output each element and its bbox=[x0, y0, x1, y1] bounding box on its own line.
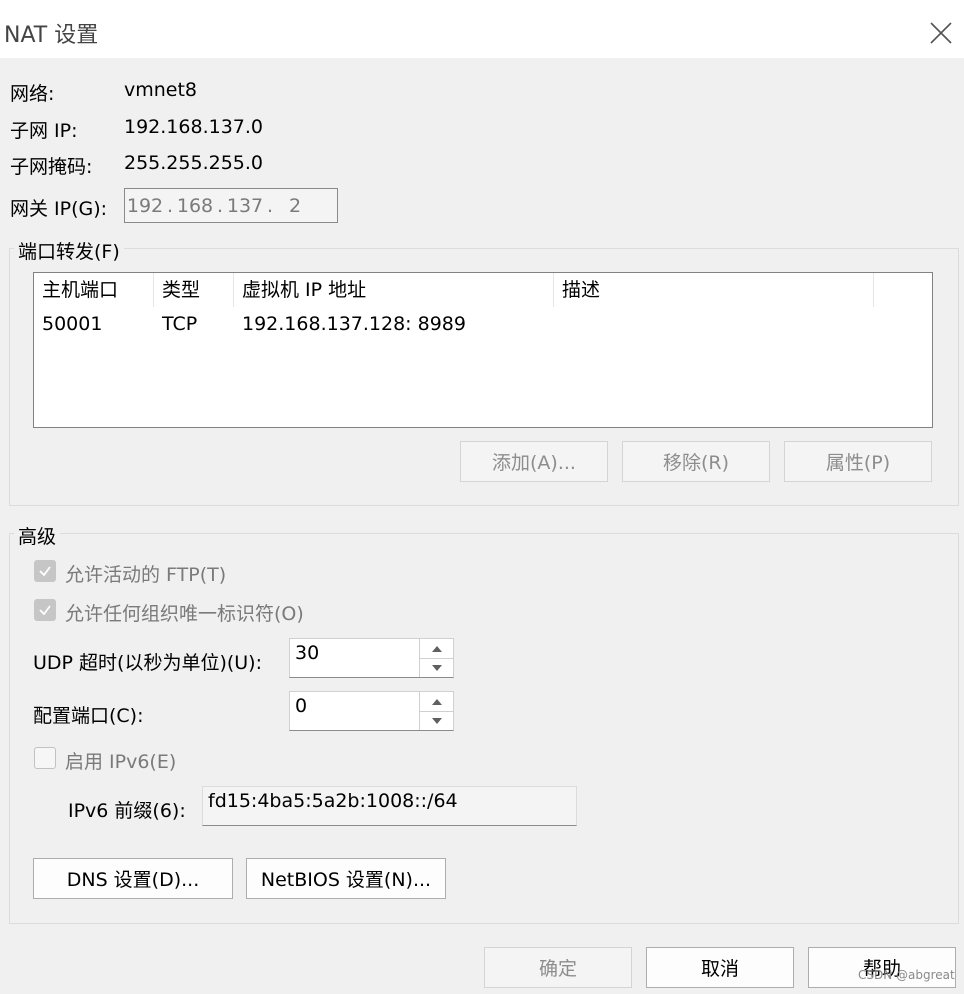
enable-ipv6-checkbox[interactable] bbox=[34, 747, 56, 769]
column-header-type[interactable]: 类型 bbox=[154, 273, 234, 307]
config-port-label: 配置端口(C): bbox=[33, 705, 144, 727]
cell-host-port: 50001 bbox=[42, 313, 103, 335]
allow-ftp-label[interactable]: 允许活动的 FTP(T) bbox=[65, 560, 226, 587]
title-bar: NAT 设置 bbox=[0, 4, 964, 58]
cell-vm-ip: 192.168.137.128: 8989 bbox=[242, 313, 466, 335]
advanced-group-label: 高级 bbox=[14, 522, 61, 549]
window-title: NAT 设置 bbox=[4, 23, 99, 48]
config-port-decrement[interactable] bbox=[420, 711, 453, 730]
config-port-spin-buttons bbox=[419, 692, 453, 730]
config-port-stepper[interactable]: 0 bbox=[289, 691, 454, 731]
allow-ftp-checkbox[interactable] bbox=[34, 560, 56, 582]
network-label: 网络: bbox=[10, 83, 55, 105]
chevron-up-icon bbox=[431, 698, 442, 705]
gateway-octet-3[interactable]: 137 bbox=[225, 195, 265, 217]
table-row[interactable]: 50001 TCP 192.168.137.128: 8989 bbox=[34, 309, 932, 339]
udp-timeout-increment[interactable] bbox=[420, 639, 453, 659]
octet-separator: . bbox=[216, 194, 224, 217]
chevron-up-icon bbox=[431, 645, 442, 652]
gateway-octet-4[interactable]: 2 bbox=[275, 195, 315, 217]
chevron-down-icon bbox=[431, 664, 442, 671]
close-button[interactable] bbox=[922, 14, 960, 52]
config-port-value[interactable]: 0 bbox=[295, 695, 307, 717]
gateway-ip-field[interactable]: 192 . 168 . 137 . 2 bbox=[124, 188, 338, 223]
ipv6-prefix-input[interactable]: fd15:4ba5:5a2b:1008::/64 bbox=[202, 786, 577, 826]
add-button[interactable]: 添加(A)... bbox=[460, 441, 608, 482]
allow-oui-checkbox[interactable] bbox=[34, 599, 56, 621]
checkmark-icon bbox=[39, 605, 51, 616]
chevron-down-icon bbox=[431, 717, 442, 724]
gateway-octet-1[interactable]: 192 bbox=[125, 195, 165, 217]
port-forwarding-table[interactable]: 主机端口 类型 虚拟机 IP 地址 描述 50001 TCP 192.168.1… bbox=[33, 272, 933, 428]
gateway-ip-label: 网关 IP(G): bbox=[10, 198, 108, 220]
netbios-settings-button[interactable]: NetBIOS 设置(N)... bbox=[246, 858, 446, 899]
table-header: 主机端口 类型 虚拟机 IP 地址 描述 bbox=[34, 273, 932, 307]
subnet-mask-label: 子网掩码: bbox=[10, 156, 93, 178]
octet-separator: . bbox=[266, 194, 274, 217]
cell-description bbox=[554, 309, 562, 339]
port-forwarding-group-label: 端口转发(F) bbox=[14, 237, 124, 264]
udp-timeout-spin-buttons bbox=[419, 639, 453, 677]
watermark: CSDN @abgreat bbox=[858, 968, 955, 982]
udp-timeout-value[interactable]: 30 bbox=[295, 642, 319, 664]
cancel-button[interactable]: 取消 bbox=[646, 947, 794, 988]
gateway-octet-2[interactable]: 168 bbox=[175, 195, 215, 217]
network-value: vmnet8 bbox=[124, 79, 198, 101]
checkmark-icon bbox=[39, 566, 51, 577]
subnet-ip-value: 192.168.137.0 bbox=[124, 116, 264, 138]
ipv6-prefix-label: IPv6 前缀(6): bbox=[68, 800, 186, 822]
column-header-vm-ip[interactable]: 虚拟机 IP 地址 bbox=[234, 273, 554, 307]
octet-separator: . bbox=[166, 194, 174, 217]
udp-timeout-decrement[interactable] bbox=[420, 658, 453, 677]
column-header-description[interactable]: 描述 bbox=[554, 273, 874, 307]
udp-timeout-stepper[interactable]: 30 bbox=[289, 638, 454, 678]
allow-oui-label[interactable]: 允许任何组织唯一标识符(O) bbox=[65, 599, 304, 626]
dns-settings-button[interactable]: DNS 设置(D)... bbox=[33, 858, 233, 899]
subnet-ip-label: 子网 IP: bbox=[10, 120, 78, 142]
config-port-increment[interactable] bbox=[420, 692, 453, 712]
close-icon bbox=[930, 22, 952, 44]
subnet-mask-value: 255.255.255.0 bbox=[124, 152, 264, 174]
ok-button[interactable]: 确定 bbox=[484, 947, 632, 988]
cell-type: TCP bbox=[162, 313, 198, 335]
enable-ipv6-label[interactable]: 启用 IPv6(E) bbox=[65, 747, 176, 774]
remove-button[interactable]: 移除(R) bbox=[622, 441, 770, 482]
ipv6-prefix-value: fd15:4ba5:5a2b:1008::/64 bbox=[208, 790, 458, 812]
udp-timeout-label: UDP 超时(以秒为单位)(U): bbox=[33, 652, 262, 674]
column-header-host-port[interactable]: 主机端口 bbox=[34, 273, 154, 307]
properties-button[interactable]: 属性(P) bbox=[784, 441, 932, 482]
